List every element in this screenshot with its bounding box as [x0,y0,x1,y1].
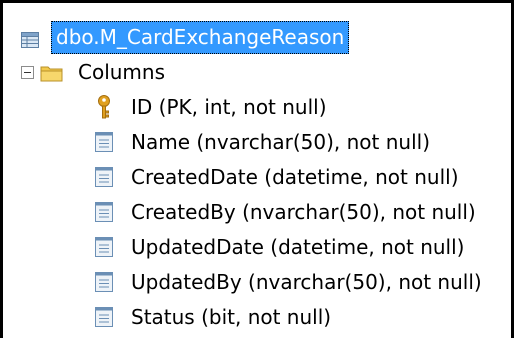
column-icon [95,202,113,222]
columns-folder-node[interactable]: Columns [21,55,169,89]
column-label: CreatedDate (datetime, not null) [131,165,459,189]
column-item-status[interactable]: Status (bit, not null) [95,300,335,334]
column-icon [95,167,113,187]
column-item-createdby[interactable]: CreatedBy (nvarchar(50), not null) [95,195,480,229]
column-label: ID (PK, int, not null) [131,95,327,119]
column-item-id[interactable]: ID (PK, int, not null) [95,90,331,124]
column-item-updateddate[interactable]: UpdatedDate (datetime, not null) [95,230,468,264]
table-node[interactable]: dbo.M_CardExchangeReason [21,20,350,54]
column-item-createddate[interactable]: CreatedDate (datetime, not null) [95,160,463,194]
column-icon [95,237,113,257]
column-label: Name (nvarchar(50), not null) [131,130,431,154]
column-item-updatedby[interactable]: UpdatedBy (nvarchar(50), not null) [95,265,486,299]
table-name-label: dbo.M_CardExchangeReason [51,20,350,54]
column-label: CreatedBy (nvarchar(50), not null) [131,200,476,224]
columns-folder-label: Columns [78,60,166,84]
table-icon [21,29,39,48]
key-icon [95,95,113,119]
object-explorer-tree: dbo.M_CardExchangeReason Columns ID (PK,… [0,0,514,338]
column-label: UpdatedBy (nvarchar(50), not null) [131,270,482,294]
column-label: Status (bit, not null) [131,305,332,329]
collapse-icon[interactable] [21,65,34,79]
column-icon [95,132,113,152]
column-label: UpdatedDate (datetime, not null) [131,235,465,259]
folder-icon [40,63,64,82]
column-icon [95,272,113,292]
column-icon [95,307,113,327]
column-item-name[interactable]: Name (nvarchar(50), not null) [95,125,434,159]
